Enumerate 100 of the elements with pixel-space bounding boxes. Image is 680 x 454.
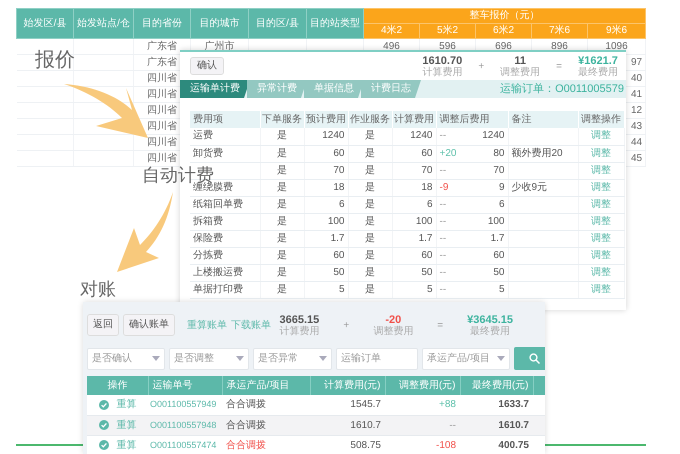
select-dropdown[interactable]: 承运产品/项目 [422,348,510,370]
table-cell: 是 [260,247,304,264]
table-cell: -108 [385,435,460,454]
tab[interactable]: 运输单计费 [180,80,250,98]
column-header: 5米2 [420,24,476,38]
table-cell: 是 [260,162,304,179]
column-header: 始发区/县 [16,8,74,38]
adjustment-value: +20 [440,146,456,160]
table-cell: 单据打印费 [190,281,260,298]
search-button[interactable] [514,347,545,370]
tab[interactable]: 计费日志 [361,80,421,98]
table-cell: 是 [260,281,304,298]
amount-value: 1610.70 [422,54,462,66]
table-cell: 18 [392,179,436,196]
table-cell: 60 [392,145,436,162]
table-cell: 是 [260,145,304,162]
annotation-label: 报价 [35,50,75,70]
table-cell: 额外费用20 [508,145,578,162]
table-cell: 1545.7 [310,395,385,415]
table-cell: 是 [260,230,304,247]
amount-label: 调整费用 [500,66,540,78]
amount-value: ¥3645.15 [467,314,513,326]
column-header: 目的区/县 [248,8,306,38]
table-cell: 100 [304,213,348,230]
column-header: 整车报价（元） [364,8,646,24]
check-circle-icon [98,420,108,430]
adjusted-amount: 1240 [482,129,504,144]
adjusted-amount: 6 [498,198,504,212]
column-header: 计算费用(元) [310,376,385,395]
adjust-link[interactable]: 调整 [591,232,611,244]
table-cell: -- [385,415,460,435]
confirm-button[interactable]: 确认 [190,57,224,75]
table-cell: 50 [392,264,436,281]
column-header: 始发站点/仓 [74,8,134,38]
table-cell: 1240 [304,128,348,145]
adjustment-value: -- [440,282,446,296]
table-cell: 是 [348,162,392,179]
bill-link[interactable]: 下载账单 [231,318,271,332]
tab[interactable]: 单据信息 [304,80,364,98]
amount-value: -20 [384,314,402,326]
table-cell: 卸货费 [190,145,260,162]
column-header: 承运产品/项目 [222,376,310,395]
column-header: 4米2 [364,24,420,38]
table-cell: 60 [304,247,348,264]
select-dropdown[interactable]: 是否异常 [253,348,332,370]
adjustment-value: -- [440,214,446,228]
adjustment-value: -- [440,129,446,144]
adjust-link[interactable]: 调整 [591,198,611,210]
table-cell: 合合调拨 [222,395,310,415]
adjusted-amount: 70 [493,164,504,178]
table-cell: 6 [304,196,348,213]
table-cell: 是 [348,128,392,145]
operator-sign: + [343,318,350,332]
table-cell: 合合调拨 [222,435,310,454]
table-cell: 100 [392,213,436,230]
operator-sign: = [556,60,562,74]
table-cell: 1.7 [304,230,348,247]
adjusted-amount: 80 [493,146,504,160]
column-header: 调整操作 [578,111,624,128]
action-button[interactable]: 确认账单 [123,314,175,336]
operator-sign: + [478,60,484,74]
adjust-link[interactable]: 调整 [591,182,611,192]
table-cell: 70 [304,162,348,179]
adjusted-amount: 60 [493,248,504,262]
adjustment-value: -- [440,164,446,178]
action-button[interactable]: 返回 [87,314,119,336]
adjust-link[interactable]: 调整 [591,164,611,176]
column-header: 下单服务 [260,111,304,128]
column-header: 最终费用(元) [460,376,533,395]
adjust-link[interactable]: 调整 [591,148,611,158]
table-cell: 运费 [190,128,260,145]
select-dropdown[interactable]: 是否确认 [87,348,165,370]
table-cell: 5 [304,281,348,298]
table-cell: 是 [348,264,392,281]
column-header: 作业服务 [348,111,392,128]
select-dropdown[interactable]: 是否调整 [169,348,249,370]
table-cell: 上楼搬运费 [190,264,260,281]
amount-label: 计算费用 [422,66,462,78]
adjustment-value: -- [440,198,446,212]
adjust-link[interactable]: 调整 [591,250,611,260]
table-cell: 是 [260,196,304,213]
table-cell: 50 [304,264,348,281]
bill-link[interactable]: 重算账单 [187,318,227,332]
adjust-link[interactable]: 调整 [591,284,611,294]
column-header: 计算费用 [392,111,436,128]
table-cell: 是 [348,213,392,230]
table-cell: 18 [304,179,348,196]
check-circle-icon [98,400,108,410]
adjusted-amount: 1.7 [490,232,504,246]
table-cell: 1633.7 [460,395,533,415]
column-header: 调整后费用 [436,111,508,128]
tab[interactable]: 异常计费 [247,80,307,98]
adjust-link[interactable]: 调整 [591,266,611,278]
adjustment-value: -- [440,248,446,262]
search-field[interactable]: 运输订单 [336,348,418,370]
amount-label: 计算费用 [279,326,320,336]
caret-icon [497,356,505,361]
adjust-link[interactable]: 调整 [591,216,611,226]
column-header: 目的城市 [190,8,248,38]
table-cell: 1.7 [392,230,436,247]
